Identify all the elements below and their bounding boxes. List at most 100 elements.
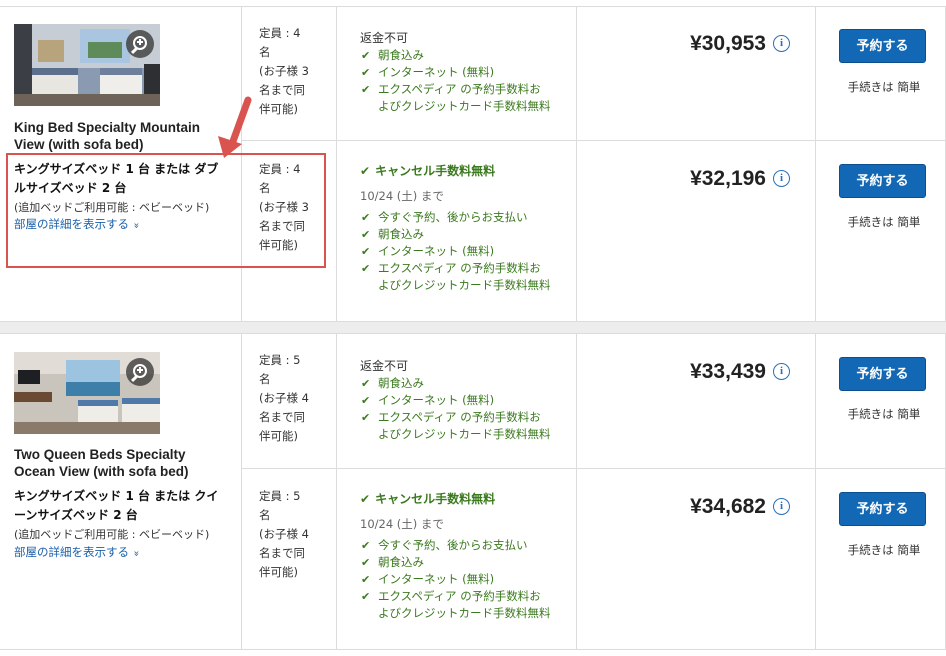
- rate-policy: ✔ キャンセル手数料無料 10/24 (土) まで ✔ 今すぐ予約、後からお支払い …: [360, 491, 570, 622]
- policy-nonrefundable: 返金不可: [360, 359, 409, 373]
- occupancy-line: (お子様 3: [259, 64, 309, 78]
- feature-item: ✔ エクスペディア の予約手数料お: [361, 589, 541, 603]
- check-icon: ✔: [361, 228, 371, 241]
- feature-item: ✔ エクスペディア の予約手数料お: [361, 261, 541, 275]
- highlight-box: [6, 153, 326, 268]
- check-icon: ✔: [361, 411, 371, 424]
- rate-divider: [241, 140, 946, 141]
- occupancy-line: 名まで同: [259, 546, 305, 560]
- feature-item: よびクレジットカード手数料無料: [378, 427, 551, 441]
- check-icon: ✔: [361, 377, 371, 390]
- room-gap: [0, 322, 946, 333]
- feature-item: ✔ 朝食込み: [361, 227, 424, 241]
- price: ¥33,439: [690, 360, 766, 383]
- divider: [576, 6, 577, 322]
- occupancy-line: 伴可能): [259, 429, 298, 443]
- occupancy-line: 定員 : 5: [259, 489, 301, 503]
- occupancy: 定員 : 5 名 (お子様 4 名まで同 伴可能): [259, 487, 325, 582]
- feature-item: ✔ 朝食込み: [361, 376, 424, 390]
- info-icon[interactable]: i: [773, 170, 790, 187]
- check-icon: ✔: [361, 211, 371, 224]
- occupancy-line: (お子様 4: [259, 391, 309, 405]
- check-icon: ✔: [361, 262, 371, 275]
- easy-process-label: 手続きは 簡単: [847, 543, 921, 557]
- feature-item: ✔ インターネット (無料): [361, 572, 495, 586]
- rate-policy: ✔ キャンセル手数料無料 10/24 (土) まで ✔ 今すぐ予約、後からお支払い …: [360, 163, 570, 294]
- policy-nonrefundable: 返金不可: [360, 31, 409, 45]
- room-name: King Bed Specialty Mountain View (with s…: [14, 120, 201, 152]
- policy-free-cancellation: ✔ キャンセル手数料無料: [360, 492, 496, 506]
- info-icon[interactable]: i: [773, 35, 790, 52]
- rate-policy: 返金不可 ✔ 朝食込み ✔ インターネット (無料) ✔ エクスペディア の予約手数料…: [360, 30, 570, 115]
- feature-item: ✔ インターネット (無料): [361, 393, 495, 407]
- check-icon: ✔: [361, 394, 371, 407]
- feature-item: ✔ エクスペディア の予約手数料お: [361, 410, 541, 424]
- divider: [0, 6, 946, 7]
- occupancy-line: 名まで同: [259, 410, 305, 424]
- check-icon: ✔: [361, 590, 371, 603]
- easy-process-label: 手続きは 簡単: [847, 215, 921, 229]
- room-name: Two Queen Beds Specialty Ocean View (wit…: [14, 447, 189, 479]
- check-icon: ✔: [361, 539, 371, 552]
- chevron-down-icon: »: [130, 550, 142, 557]
- occupancy-line: (お子様 4: [259, 527, 309, 541]
- rate-policy: 返金不可 ✔ 朝食込み ✔ インターネット (無料) ✔ エクスペディア の予約手数料…: [360, 358, 570, 443]
- occupancy: 定員 : 4 名 (お子様 3 名まで同 伴可能): [259, 24, 325, 119]
- book-button[interactable]: 予約する: [839, 164, 926, 198]
- feature-item: ✔ 今すぐ予約、後からお支払い: [361, 538, 528, 552]
- divider: [576, 333, 577, 650]
- room-details-link[interactable]: 部屋の詳細を表示する »: [14, 545, 141, 561]
- cancel-deadline: 10/24 (土) まで: [360, 189, 444, 203]
- policy-free-cancellation: ✔ キャンセル手数料無料: [360, 164, 496, 178]
- feature-item: よびクレジットカード手数料無料: [378, 278, 551, 292]
- occupancy-line: 伴可能): [259, 565, 298, 579]
- easy-process-label: 手続きは 簡単: [847, 80, 921, 94]
- room-photo[interactable]: [14, 24, 160, 106]
- occupancy-line: 名: [259, 372, 271, 386]
- feature-item: ✔ 今すぐ予約、後からお支払い: [361, 210, 528, 224]
- cancel-deadline: 10/24 (土) まで: [360, 517, 444, 531]
- check-icon: ✔: [361, 83, 371, 96]
- feature-item: ✔ 朝食込み: [361, 555, 424, 569]
- occupancy-line: 定員 : 5: [259, 353, 301, 367]
- divider: [336, 333, 337, 650]
- price: ¥34,682: [690, 495, 766, 518]
- feature-item: よびクレジットカード手数料無料: [378, 606, 551, 620]
- room-card: Two Queen Beds Specialty Ocean View (wit…: [0, 333, 946, 650]
- divider: [241, 333, 242, 650]
- room-photo[interactable]: [14, 352, 160, 434]
- feature-item: ✔ エクスペディア の予約手数料お: [361, 82, 541, 96]
- zoom-icon[interactable]: [126, 358, 154, 386]
- feature-item: ✔ インターネット (無料): [361, 244, 495, 258]
- feature-item: ✔ インターネット (無料): [361, 65, 495, 79]
- room-details-link-label: 部屋の詳細を表示する: [14, 545, 129, 559]
- check-icon: ✔: [360, 492, 371, 506]
- feature-item: ✔ 朝食込み: [361, 48, 424, 62]
- arrow-annotation-icon: [218, 96, 252, 158]
- occupancy-line: 名: [259, 45, 271, 59]
- zoom-icon[interactable]: [126, 30, 154, 58]
- occupancy-line: 名: [259, 508, 271, 522]
- occupancy-line: 定員 : 4: [259, 26, 301, 40]
- check-icon: ✔: [361, 66, 371, 79]
- bed-description: キングサイズベッド 1 台 または クイーンサイズベッド 2 台: [14, 489, 219, 522]
- info-icon[interactable]: i: [773, 363, 790, 380]
- occupancy-line: 伴可能): [259, 102, 298, 116]
- book-button[interactable]: 予約する: [839, 29, 926, 63]
- check-icon: ✔: [361, 49, 371, 62]
- easy-process-label: 手続きは 簡単: [847, 407, 921, 421]
- price: ¥30,953: [690, 32, 766, 55]
- book-button[interactable]: 予約する: [839, 492, 926, 526]
- divider: [0, 649, 946, 650]
- extra-bed-info: (追加ベッドご利用可能 : ベビーベッド): [14, 528, 210, 541]
- check-icon: ✔: [361, 556, 371, 569]
- divider: [0, 333, 946, 334]
- price: ¥32,196: [690, 167, 766, 190]
- divider: [815, 333, 816, 650]
- check-icon: ✔: [361, 573, 371, 586]
- book-button[interactable]: 予約する: [839, 357, 926, 391]
- divider: [815, 6, 816, 322]
- info-icon[interactable]: i: [773, 498, 790, 515]
- feature-item: よびクレジットカード手数料無料: [378, 99, 551, 113]
- occupancy: 定員 : 5 名 (お子様 4 名まで同 伴可能): [259, 351, 325, 446]
